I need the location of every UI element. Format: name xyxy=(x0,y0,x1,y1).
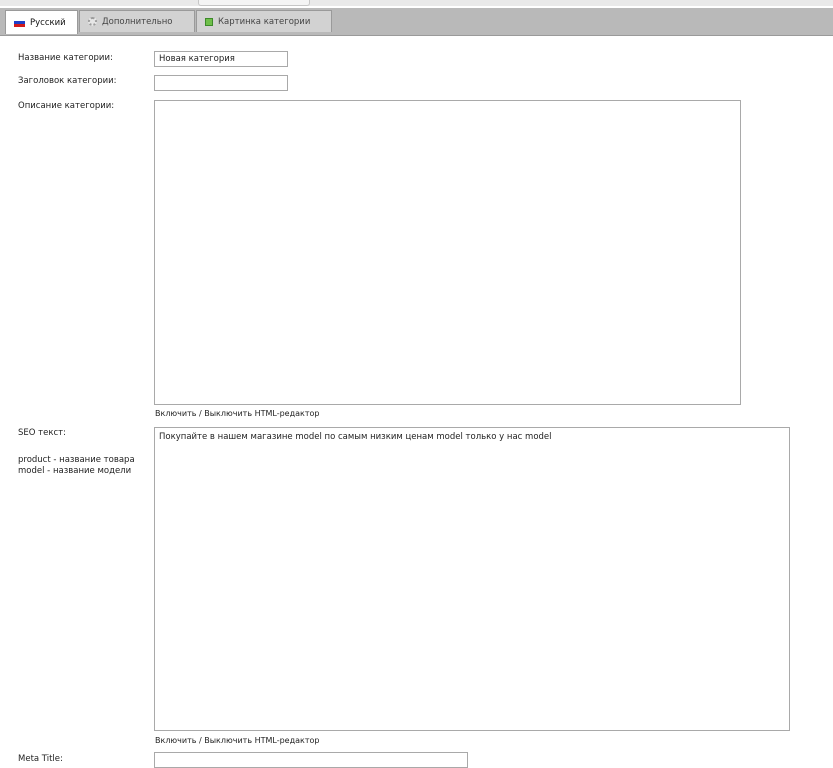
category-heading-label: Заголовок категории: xyxy=(18,76,117,86)
tab-russian[interactable]: Русский xyxy=(5,10,78,34)
gear-icon xyxy=(88,17,97,26)
category-heading-input[interactable] xyxy=(154,75,288,91)
russian-flag-icon xyxy=(14,18,25,27)
seo-hint-product: product - название товара xyxy=(18,455,135,465)
category-name-label: Название категории: xyxy=(18,53,113,63)
top-tab-stub xyxy=(198,0,310,6)
image-icon xyxy=(205,17,213,26)
category-name-input[interactable] xyxy=(154,51,288,67)
description-html-editor-toggle[interactable]: Включить / Выключить HTML-редактор xyxy=(155,409,319,418)
seo-hint-model: model - название модели xyxy=(18,466,132,476)
top-strip xyxy=(0,0,833,6)
category-description-label: Описание категории: xyxy=(18,101,115,111)
meta-title-input[interactable] xyxy=(154,752,468,768)
language-tab-bar: Русский Дополнительно Картинка категории xyxy=(0,8,833,36)
tab-additional[interactable]: Дополнительно xyxy=(79,10,195,32)
tab-category-image[interactable]: Картинка категории xyxy=(196,10,332,32)
seo-text-label: SEO текст: xyxy=(18,428,66,438)
tab-additional-label: Дополнительно xyxy=(102,16,173,27)
tab-russian-label: Русский xyxy=(30,17,66,28)
seo-text-textarea[interactable]: Покупайте в нашем магазине model по самы… xyxy=(154,427,790,731)
tab-category-image-label: Картинка категории xyxy=(218,16,311,27)
category-description-textarea[interactable] xyxy=(154,100,741,405)
seo-html-editor-toggle[interactable]: Включить / Выключить HTML-редактор xyxy=(155,736,319,745)
